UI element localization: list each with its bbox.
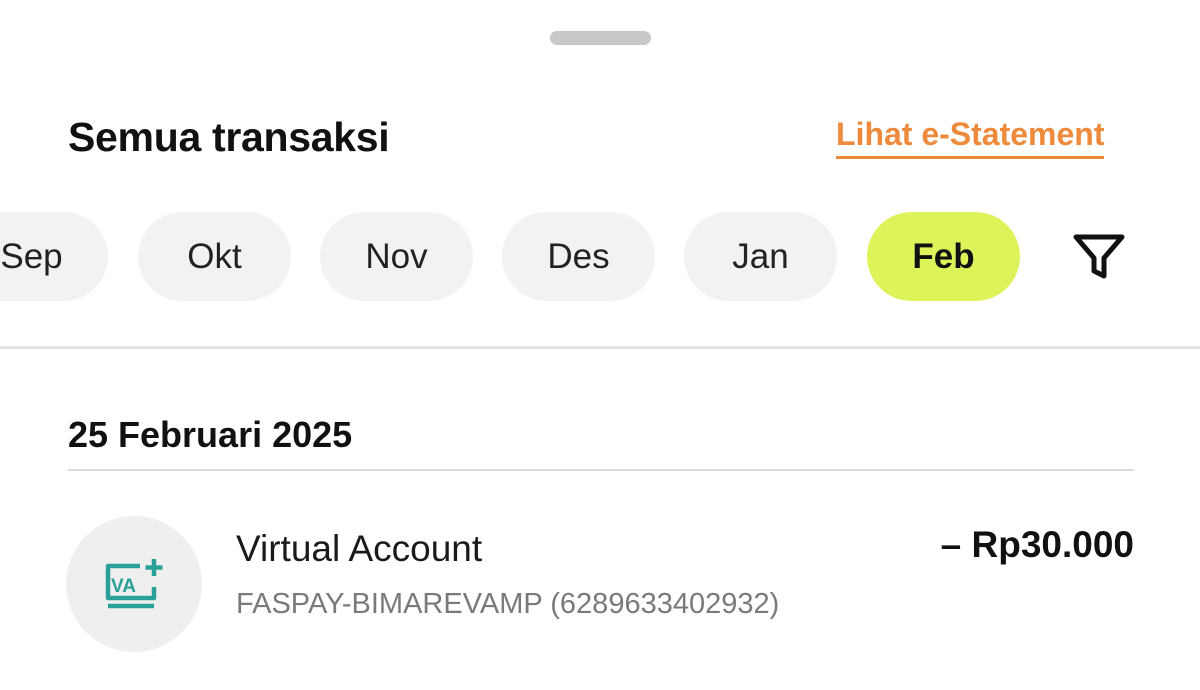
va-icon-label: VA [111, 576, 136, 597]
month-chip-sep[interactable]: Sep [0, 212, 108, 301]
transaction-amount: – Rp30.000 [940, 524, 1134, 565]
month-chip-label: Jan [732, 236, 789, 276]
month-chip-label: Nov [365, 236, 428, 276]
month-chip-label: Sep [0, 236, 63, 276]
transaction-title: Virtual Account [236, 528, 483, 569]
transaction-subtitle: FASPAY-BIMAREVAMP (6289633402932) [236, 588, 780, 620]
month-chip-nov[interactable]: Nov [320, 212, 473, 301]
month-chip-jan[interactable]: Jan [684, 212, 837, 301]
view-estatement-link[interactable]: Lihat e-Statement [836, 116, 1105, 159]
month-chip-label: Des [547, 236, 610, 276]
month-chip-des[interactable]: Des [502, 212, 655, 301]
transaction-row[interactable]: VA Virtual Account FASPAY-BIMAREVAMP (62… [66, 516, 1136, 656]
filter-button[interactable] [1066, 228, 1132, 286]
transactions-sheet: Semua transaksi Lihat e-Statement Sep Ok… [0, 0, 1200, 690]
page-title: Semua transaksi [68, 114, 390, 160]
date-divider [68, 469, 1134, 471]
month-chip-feb[interactable]: Feb [867, 212, 1020, 301]
virtual-account-icon: VA [105, 559, 163, 609]
filter-funnel-icon [1073, 234, 1125, 279]
transaction-avatar: VA [66, 516, 202, 652]
section-divider [0, 346, 1200, 349]
drag-handle[interactable] [550, 31, 651, 45]
month-chip-okt[interactable]: Okt [138, 212, 291, 301]
month-chip-label: Feb [912, 236, 975, 276]
date-heading: 25 Februari 2025 [68, 414, 353, 455]
month-chip-label: Okt [187, 236, 242, 276]
